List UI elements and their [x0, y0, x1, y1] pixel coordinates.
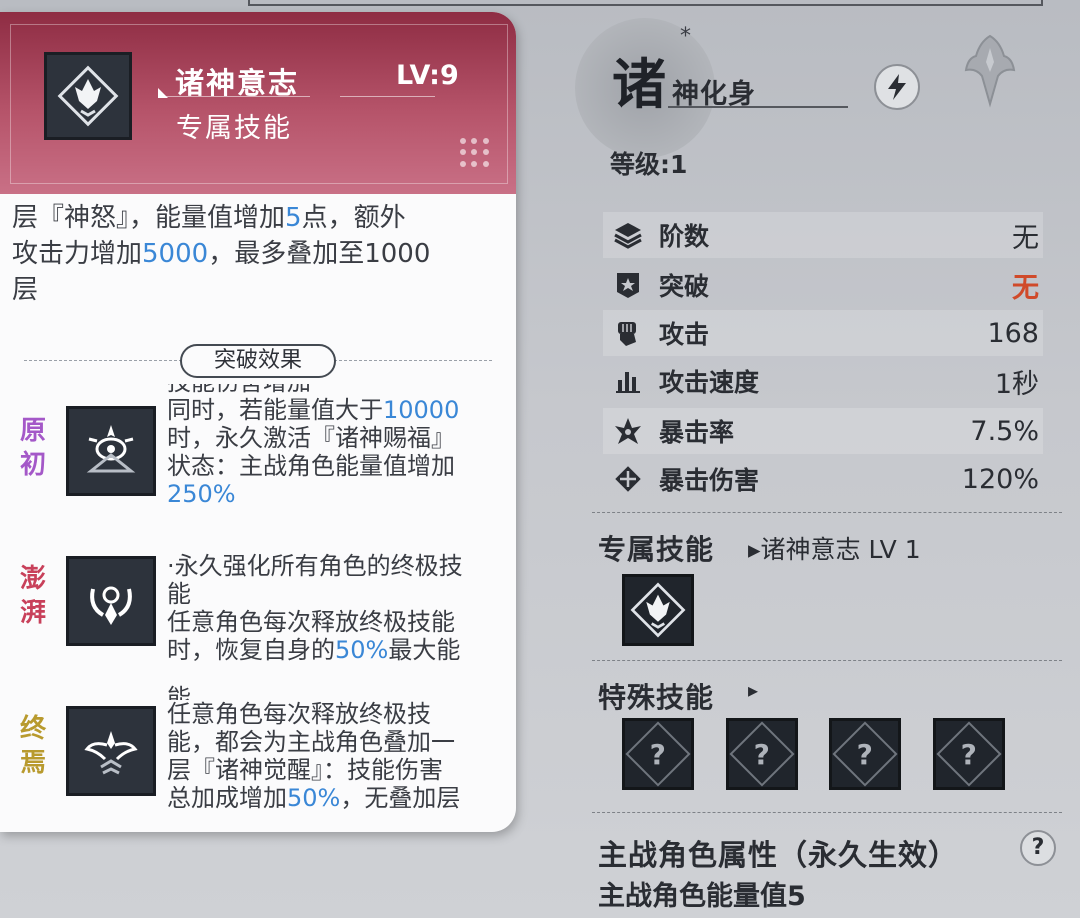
desc-line: 攻击力增加5000，最多叠加至1000	[12, 239, 431, 269]
special-skill-slot-locked[interactable]: ?	[933, 718, 1005, 790]
skill-type: 专属技能	[176, 113, 292, 144]
divider	[592, 660, 1062, 661]
stat-row-crit-damage: 暴击伤害 120%	[603, 456, 1043, 502]
desc-line: 层『神怒』，能量值增加5点，额外	[12, 203, 406, 233]
stat-value: 120%	[961, 463, 1039, 495]
special-skill-slot-locked[interactable]: ?	[622, 718, 694, 790]
stage-tag: 终 焉	[19, 714, 46, 778]
stat-row-crit-rate: 暴击率 7.5%	[603, 408, 1043, 454]
character-level: 等级:1	[610, 150, 688, 179]
help-button[interactable]: ?	[1020, 830, 1056, 866]
special-skill-slot-locked[interactable]: ?	[829, 718, 901, 790]
main-attribute-value: 主战角色能量值5	[598, 881, 806, 912]
breakthrough-icon	[611, 268, 645, 302]
divider	[592, 512, 1062, 513]
stage-tag: 原 初	[19, 416, 46, 480]
character-star: *	[680, 24, 691, 49]
skill-card-header: 诸神意志 LV:9 专属技能	[0, 12, 516, 194]
lightning-icon[interactable]	[874, 64, 920, 110]
stat-row-attack-speed: 攻击速度 1秒	[603, 358, 1043, 404]
exclusive-skill-name[interactable]: ▸诸神意志 LV 1	[748, 530, 921, 566]
divider	[592, 812, 1062, 813]
stat-label: 攻击速度	[659, 368, 760, 397]
character-initial: 诸	[612, 53, 666, 116]
title-underline	[160, 96, 310, 97]
skill-level: LV:9	[396, 60, 459, 91]
fist-icon	[611, 316, 645, 350]
crit-damage-icon	[611, 462, 645, 496]
bars-icon	[611, 364, 645, 398]
stat-label: 阶数	[659, 222, 710, 251]
exclusive-skill-slot[interactable]	[622, 574, 694, 646]
stat-label: 暴击率	[659, 418, 735, 447]
flame-ring-icon	[66, 556, 156, 646]
main-attribute-title: 主战角色属性（永久生效）	[598, 838, 959, 872]
special-skill-slot-locked[interactable]: ?	[726, 718, 798, 790]
skill-description[interactable]: 层『神怒』，能量值增加5点，额外 攻击力增加5000，最多叠加至1000 层	[12, 200, 507, 308]
break-stage-origin: 原 初 技能伤害增加 同时，若能量值大于10000 时，永久激活『诸神赐福』 状…	[0, 384, 516, 514]
stat-label: 暴击伤害	[659, 466, 760, 495]
name-underline	[668, 106, 848, 108]
stat-label: 攻击	[659, 320, 710, 349]
stat-value: 无	[1012, 222, 1039, 254]
desc-line: 层	[12, 275, 39, 305]
stat-value: 7.5%	[970, 415, 1039, 447]
break-stage-surge: 澎 湃 ·永久强化所有角色的终极技 能 任意角色每次释放终极技能 时，恢复自身的…	[0, 536, 516, 666]
exclusive-skill-title: 专属技能	[598, 533, 715, 566]
dots-icon	[460, 138, 490, 168]
stat-row-breakthrough: 突破 无	[603, 262, 1043, 308]
stage-tag: 澎 湃	[19, 564, 46, 628]
stat-value: 1秒	[994, 368, 1039, 400]
winged-crest-icon	[66, 706, 156, 796]
break-effect-label: 突破效果	[180, 344, 336, 378]
special-skill-arrow[interactable]: ▸	[748, 678, 758, 702]
crit-rate-icon	[611, 414, 645, 448]
break-stage-finale: 终 焉 能 任意角色每次释放终极技 能，都会为主战角色叠加一 层『诸神觉醒』：技…	[0, 684, 516, 832]
skill-crest-icon	[44, 52, 132, 140]
stat-label: 突破	[659, 272, 710, 301]
stat-row-attack: 攻击 168	[603, 310, 1043, 356]
eye-crest-icon	[66, 406, 156, 496]
stat-value: 168	[987, 317, 1039, 349]
layers-icon	[611, 218, 645, 252]
stage-description: ·永久强化所有角色的终极技 能 任意角色每次释放终极技能 时，恢复自身的50%最…	[167, 552, 463, 664]
stage-description: 技能伤害增加 同时，若能量值大于10000 时，永久激活『诸神赐福』 状态：主战…	[167, 384, 460, 508]
stat-row-tier: 阶数 无	[603, 212, 1043, 258]
background-frame	[248, 0, 1043, 6]
stage-description: 能 任意角色每次释放终极技 能，都会为主战角色叠加一 层『诸神觉醒』：技能伤害 …	[167, 684, 461, 812]
special-skill-title: 特殊技能	[598, 681, 715, 714]
stat-value: 无	[1012, 272, 1039, 304]
faction-emblem-icon	[960, 28, 1020, 108]
skill-detail-card: 诸神意志 LV:9 专属技能 层『神怒』，能量值增加5点，额外 攻击力增加500…	[0, 12, 516, 832]
level-underline	[340, 96, 435, 97]
